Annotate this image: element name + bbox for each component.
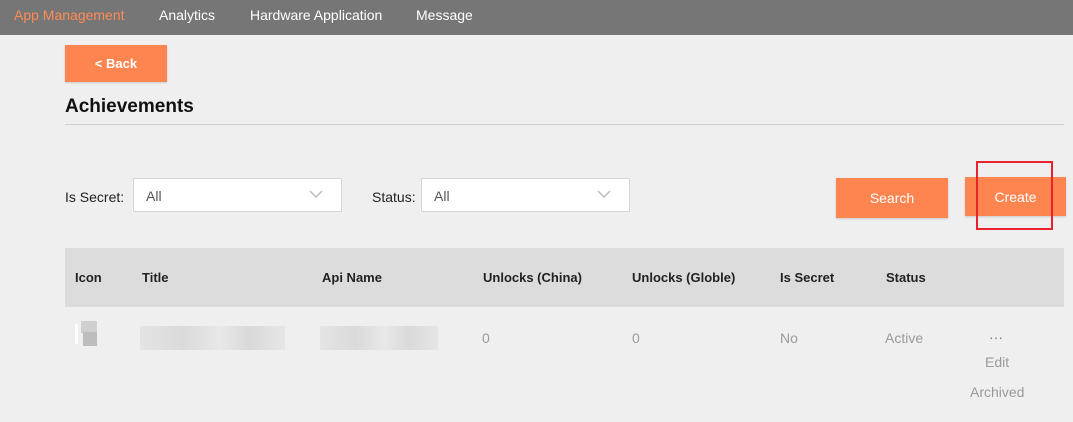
- status-select[interactable]: All: [421, 178, 630, 212]
- is-secret-select[interactable]: All: [133, 178, 342, 212]
- is-secret-cell: No: [780, 330, 798, 346]
- column-header-icon: Icon: [75, 270, 102, 285]
- top-nav: App Management Analytics Hardware Applic…: [0, 0, 1073, 35]
- chevron-down-icon: [597, 190, 611, 199]
- status-select-value: All: [434, 188, 450, 204]
- page-title: Achievements: [65, 96, 194, 117]
- more-icon[interactable]: ···: [989, 329, 1003, 345]
- nav-item-message[interactable]: Message: [416, 7, 473, 23]
- column-header-is-secret: Is Secret: [780, 270, 835, 285]
- archived-link[interactable]: Archived: [970, 384, 1024, 400]
- chevron-down-icon: [309, 190, 323, 199]
- title-cell-redacted: [140, 326, 285, 350]
- create-highlight-box: [976, 161, 1053, 230]
- unlocks-china-cell: 0: [482, 330, 490, 346]
- search-button[interactable]: Search: [836, 178, 948, 218]
- back-button[interactable]: < Back: [65, 45, 167, 82]
- status-label: Status:: [372, 189, 416, 205]
- column-header-unlocks-china: Unlocks (China): [483, 270, 582, 285]
- column-header-title: Title: [142, 270, 169, 285]
- api-name-cell-redacted: [320, 326, 438, 350]
- is-secret-select-value: All: [146, 188, 162, 204]
- nav-item-app-management[interactable]: App Management: [14, 7, 125, 23]
- unlocks-globle-cell: 0: [632, 330, 640, 346]
- column-header-status: Status: [886, 270, 926, 285]
- column-header-api-name: Api Name: [322, 270, 382, 285]
- is-secret-label: Is Secret:: [65, 189, 125, 205]
- column-header-unlocks-globle: Unlocks (Globle): [632, 270, 736, 285]
- title-divider: [65, 124, 1064, 125]
- table-header: Icon Title Api Name Unlocks (China) Unlo…: [65, 248, 1064, 307]
- achievement-icon: [75, 318, 107, 350]
- nav-item-analytics[interactable]: Analytics: [159, 7, 215, 23]
- edit-link[interactable]: Edit: [985, 354, 1009, 370]
- status-cell: Active: [885, 330, 924, 346]
- nav-item-hardware-application[interactable]: Hardware Application: [250, 7, 382, 23]
